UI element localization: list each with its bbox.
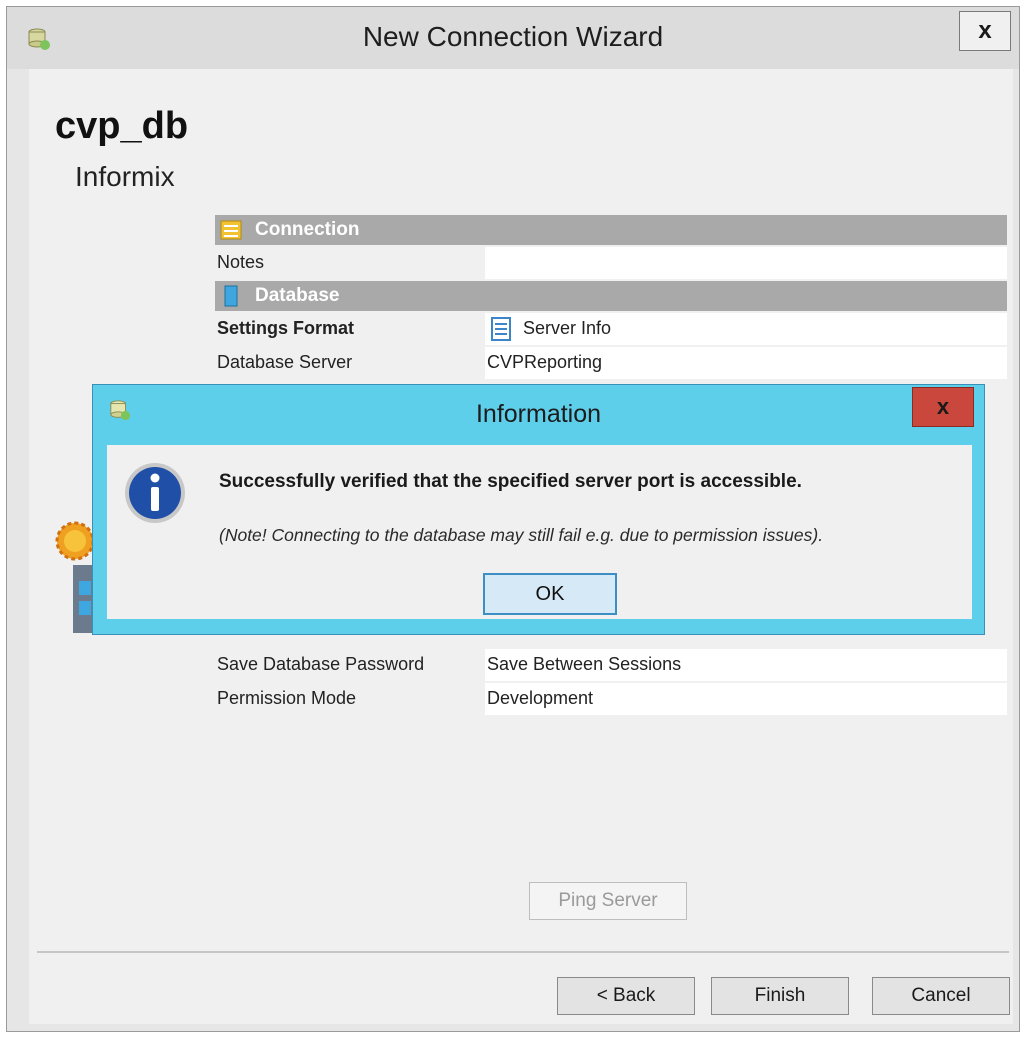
settings-format-label: Settings Format — [217, 318, 355, 338]
save-password-value: Save Between Sessions — [487, 654, 682, 674]
wizard-close-button[interactable]: x — [959, 11, 1011, 51]
row-save-password[interactable]: Save Database Password Save Between Sess… — [215, 649, 1007, 681]
row-settings-format[interactable]: Settings Format Server Info — [215, 313, 1007, 345]
section-database[interactable]: Database — [215, 281, 1007, 311]
dialog-message: Successfully verified that the specified… — [219, 471, 802, 492]
row-notes[interactable]: Notes — [215, 247, 1007, 279]
dialog-note: (Note! Connecting to the database may st… — [219, 525, 824, 545]
back-button[interactable]: < Back — [557, 977, 695, 1015]
database-server-field[interactable]: CVPReporting — [485, 347, 1007, 379]
property-grid-lower: Save Database Password Save Between Sess… — [215, 649, 1007, 717]
dialog-body: Successfully verified that the specified… — [107, 445, 972, 619]
notes-field[interactable] — [485, 247, 1007, 279]
permission-mode-value: Development — [487, 688, 594, 708]
info-icon — [125, 463, 185, 523]
connection-icon — [220, 220, 242, 240]
row-database-server[interactable]: Database Server CVPReporting — [215, 347, 1007, 379]
settings-format-field[interactable]: Server Info — [485, 313, 1007, 345]
section-connection-label: Connection — [255, 219, 360, 240]
notes-label: Notes — [217, 252, 265, 272]
save-password-label: Save Database Password — [217, 654, 425, 674]
database-server-value: CVPReporting — [487, 352, 603, 372]
wizard-titlebar[interactable]: New Connection Wizard x — [7, 7, 1019, 69]
finish-button[interactable]: Finish — [711, 977, 849, 1015]
server-info-icon — [491, 317, 511, 341]
dialog-titlebar[interactable]: Information x — [93, 385, 984, 445]
settings-format-value: Server Info — [523, 318, 612, 338]
ping-server-button[interactable]: Ping Server — [529, 882, 687, 920]
wizard-title: New Connection Wizard — [362, 21, 664, 52]
database-server-label: Database Server — [217, 352, 353, 372]
save-password-field[interactable]: Save Between Sessions — [485, 649, 1007, 681]
connection-type: Informix — [75, 161, 175, 192]
cancel-button[interactable]: Cancel — [872, 977, 1010, 1015]
dialog-title: Information — [475, 400, 602, 428]
permission-mode-label: Permission Mode — [217, 688, 357, 708]
permission-mode-field[interactable]: Development — [485, 683, 1007, 715]
row-permission-mode[interactable]: Permission Mode Development — [215, 683, 1007, 715]
dialog-close-button[interactable]: x — [912, 387, 974, 427]
ok-button[interactable]: OK — [483, 573, 617, 615]
footer-divider — [37, 951, 1009, 953]
property-grid: Connection Notes Database Settings Forma… — [215, 215, 1007, 381]
section-connection[interactable]: Connection — [215, 215, 1007, 245]
database-icon — [224, 285, 238, 307]
section-database-label: Database — [255, 285, 340, 306]
connection-name: cvp_db — [55, 105, 189, 147]
information-dialog: Information x Successfully verified that… — [92, 384, 985, 635]
